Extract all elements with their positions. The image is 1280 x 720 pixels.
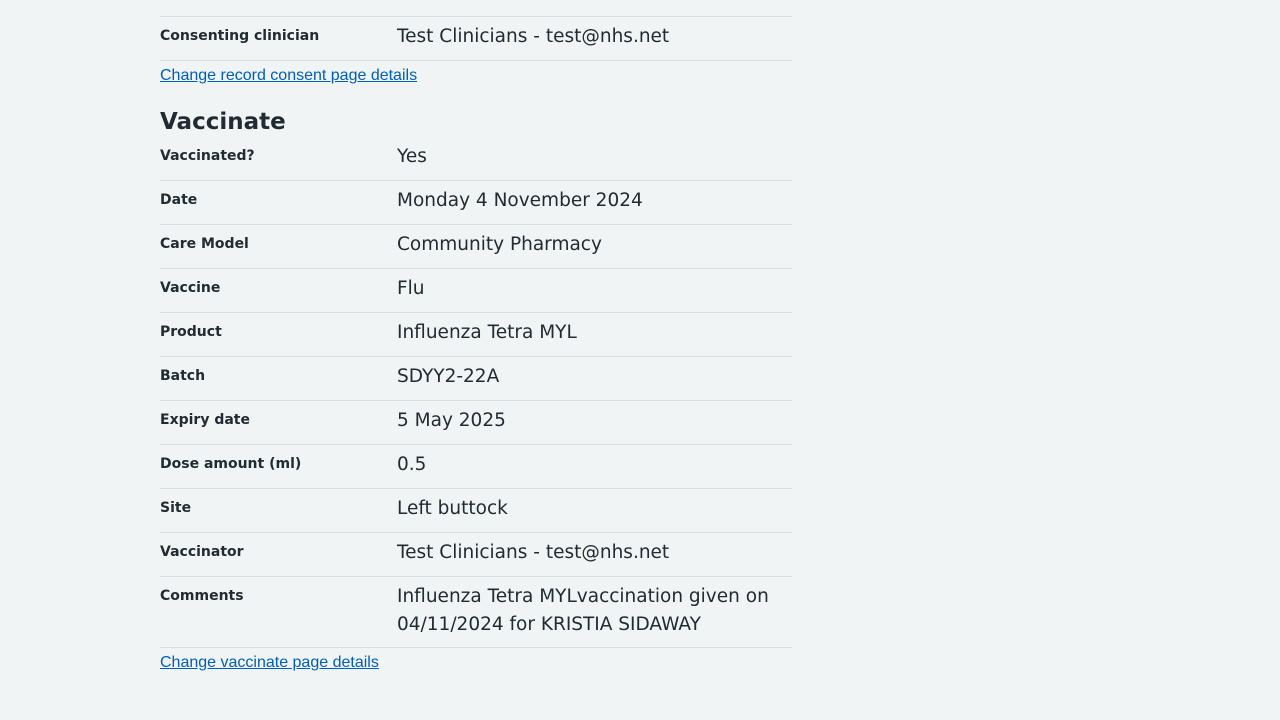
summary-key: Vaccine (160, 280, 221, 296)
summary-key: Consenting clinician (160, 28, 320, 44)
change-record-consent-link[interactable]: Change record consent page details (160, 67, 417, 85)
consent-summary-list: Consenting clinician Test Clinicians - t… (160, 16, 792, 61)
summary-value: Left buttock (397, 498, 508, 519)
summary-row-vaccine: Vaccine Flu (160, 269, 792, 313)
summary-row-site: Site Left buttock (160, 489, 792, 533)
summary-row-care-model: Care Model Community Pharmacy (160, 225, 792, 269)
summary-row-vaccinated: Vaccinated? Yes (160, 137, 792, 181)
summary-row-expiry-date: Expiry date 5 May 2025 (160, 401, 792, 445)
summary-key: Vaccinated? (160, 148, 255, 164)
summary-value: Test Clinicians - test@nhs.net (397, 26, 670, 47)
vaccinate-heading: Vaccinate (160, 109, 286, 135)
summary-key: Vaccinator (160, 544, 244, 560)
summary-row-batch: Batch SDYY2-22A (160, 357, 792, 401)
summary-row-dose-amount: Dose amount (ml) 0.5 (160, 445, 792, 489)
summary-key: Care Model (160, 236, 249, 252)
summary-row-date: Date Monday 4 November 2024 (160, 181, 792, 225)
change-vaccinate-link[interactable]: Change vaccinate page details (160, 654, 379, 672)
vaccinate-summary-list: Vaccinated? Yes Date Monday 4 November 2… (160, 137, 792, 648)
summary-key: Expiry date (160, 412, 250, 428)
summary-value: 0.5 (397, 454, 427, 475)
summary-value: Influenza Tetra MYLvaccination given on … (397, 586, 769, 635)
summary-value: Flu (397, 278, 425, 299)
summary-key: Product (160, 324, 222, 340)
summary-value: 5 May 2025 (397, 410, 506, 431)
summary-value: SDYY2-22A (397, 366, 500, 387)
summary-value: Yes (397, 146, 427, 167)
summary-value: Monday 4 November 2024 (397, 190, 643, 211)
summary-row-product: Product Influenza Tetra MYL (160, 313, 792, 357)
summary-value: Influenza Tetra MYL (397, 322, 577, 343)
summary-value: Test Clinicians - test@nhs.net (397, 542, 670, 563)
summary-key: Date (160, 192, 198, 208)
summary-key: Comments (160, 588, 244, 604)
summary-key: Site (160, 500, 192, 516)
summary-key: Batch (160, 368, 206, 384)
summary-key: Dose amount (ml) (160, 456, 302, 472)
summary-row-consenting-clinician: Consenting clinician Test Clinicians - t… (160, 17, 792, 61)
summary-value: Community Pharmacy (397, 234, 602, 255)
main-content: Consenting clinician Test Clinicians - t… (160, 16, 792, 672)
summary-row-vaccinator: Vaccinator Test Clinicians - test@nhs.ne… (160, 533, 792, 577)
summary-row-comments: Comments Influenza Tetra MYLvaccination … (160, 577, 792, 648)
